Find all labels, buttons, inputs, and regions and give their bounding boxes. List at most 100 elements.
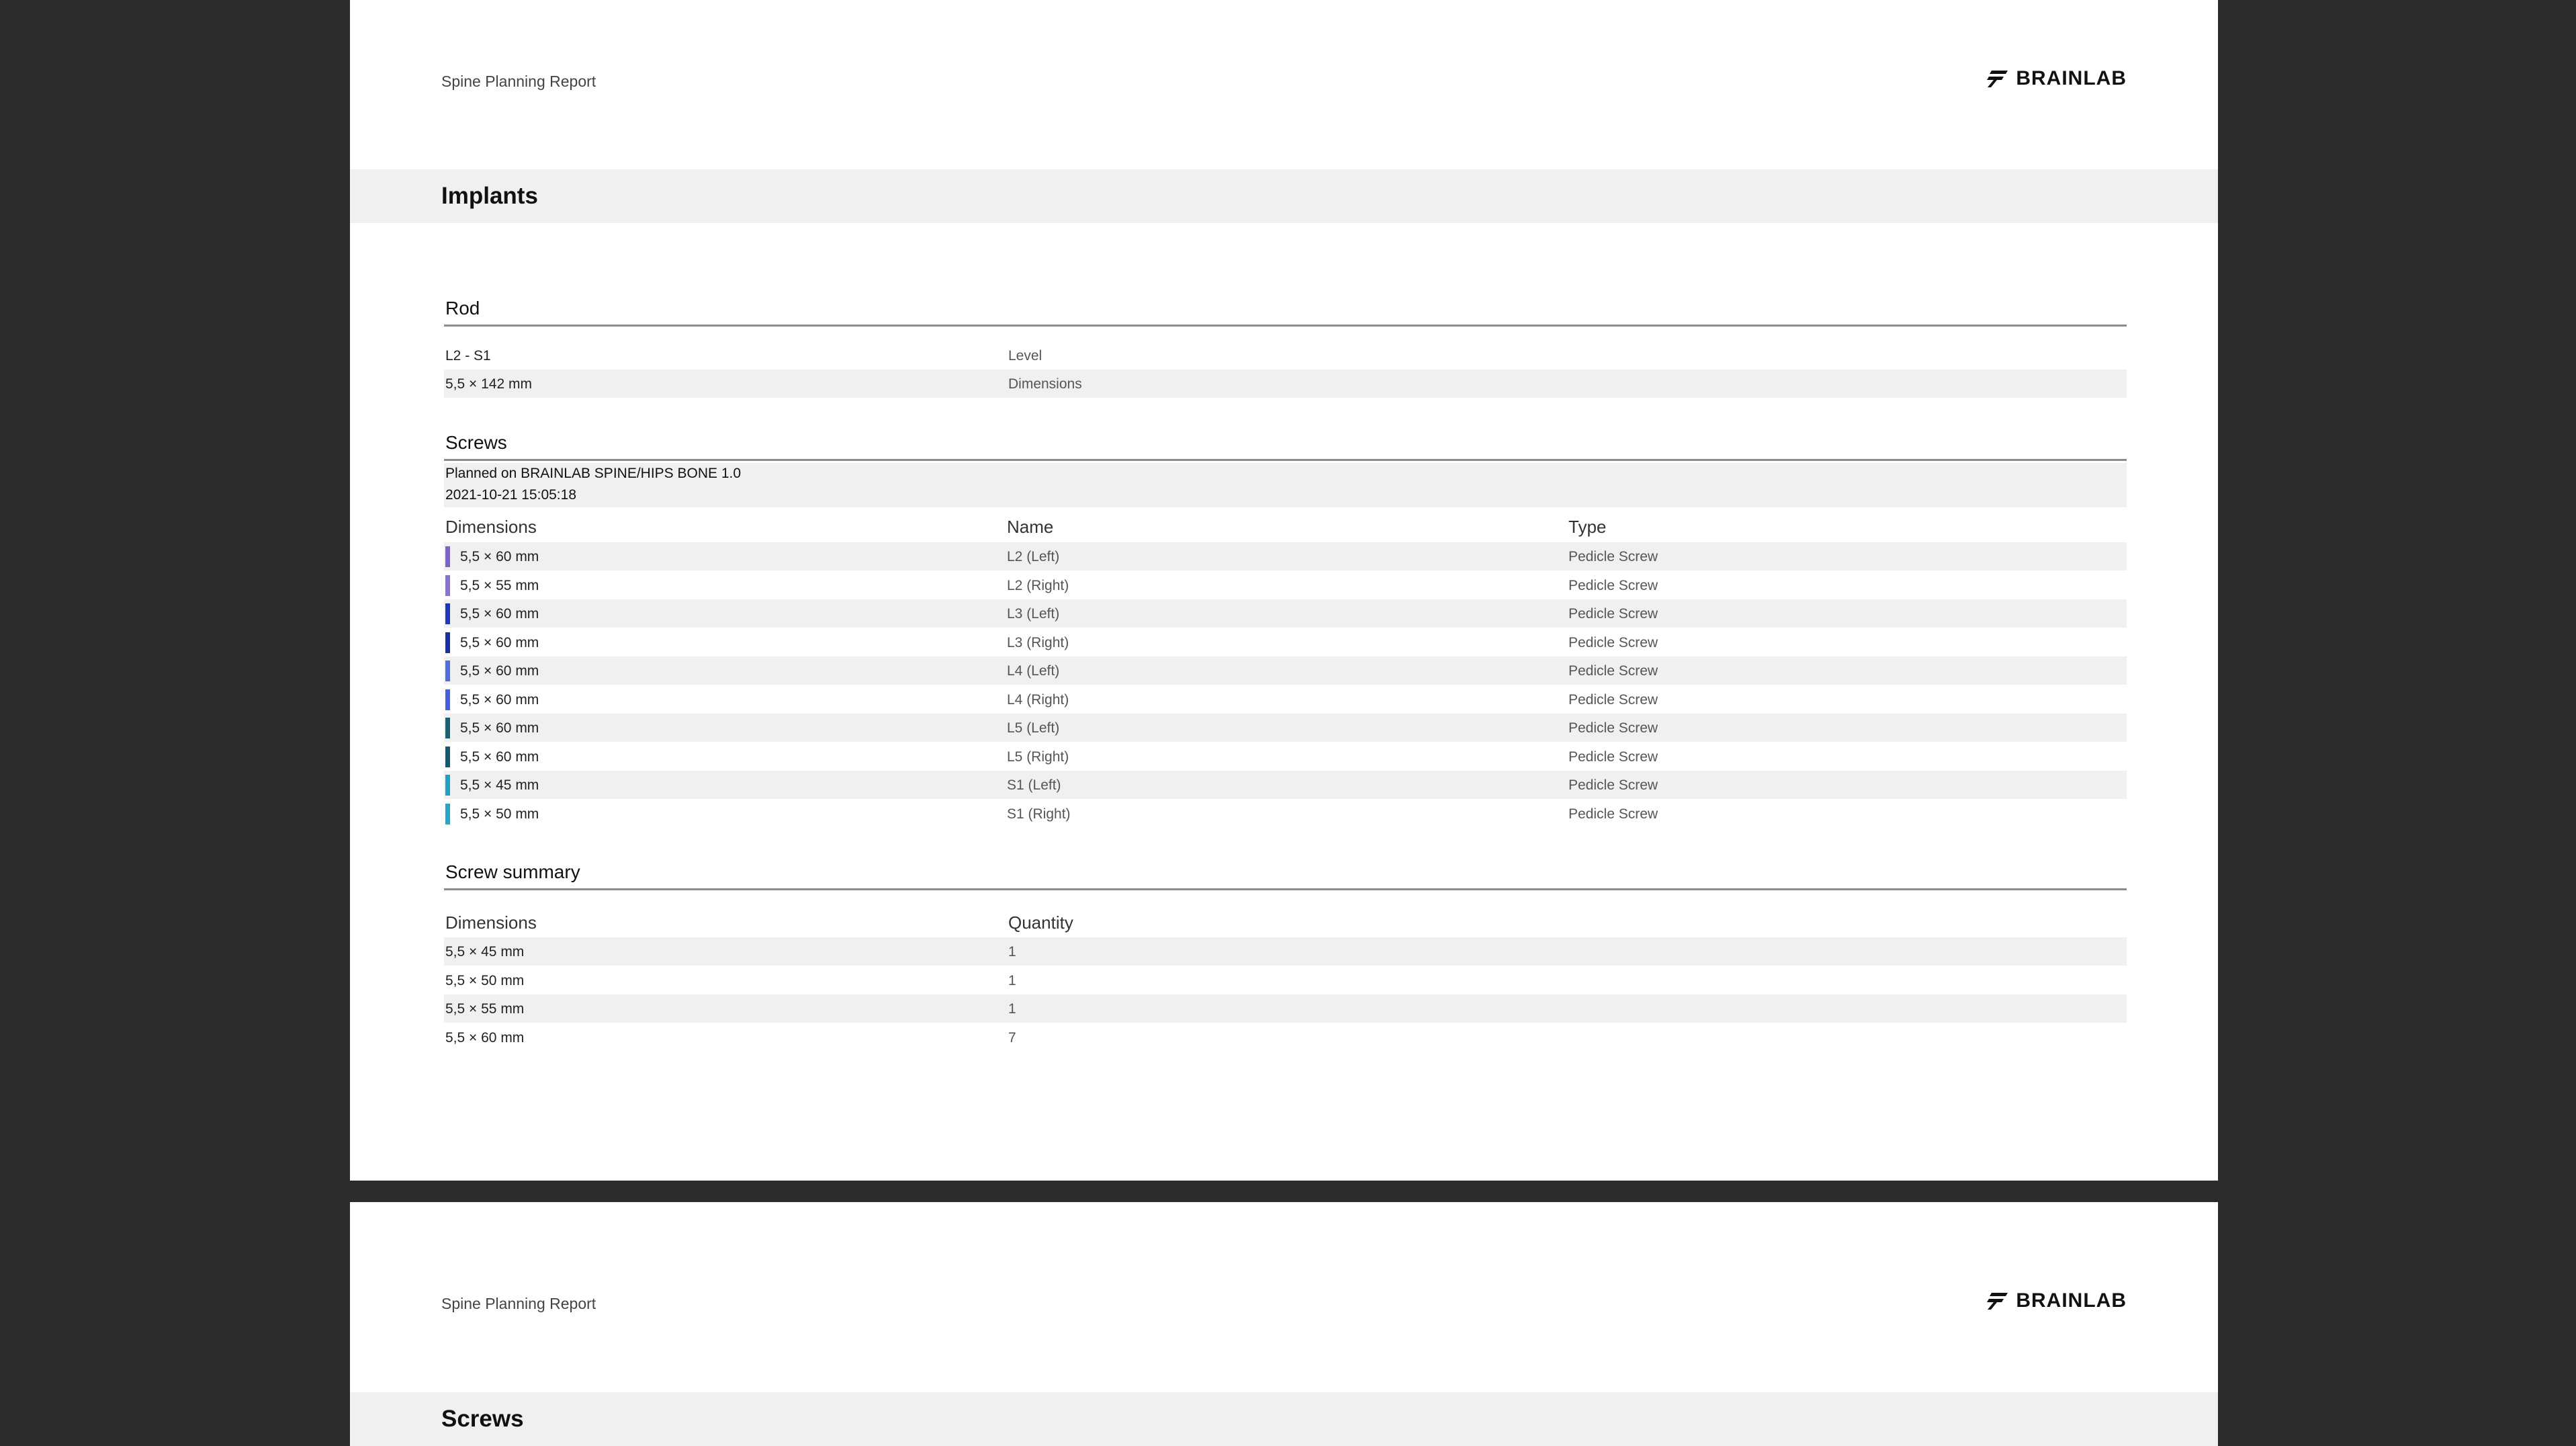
brand-name: BRAINLAB xyxy=(2016,1289,2127,1312)
screws-column-headers: Dimensions Name Type xyxy=(444,513,2127,540)
screws-title: Screws xyxy=(445,432,507,453)
brand-logo: BRAINLAB xyxy=(1985,1289,2127,1312)
screw-color-swatch xyxy=(445,718,450,738)
screw-summary-heading: Screw summary xyxy=(444,861,2127,890)
screw-row: 5,5 × 60 mm L4 (Right) Pedicle Screw xyxy=(444,685,2127,714)
column-header-quantity: Quantity xyxy=(1008,912,1073,933)
summary-row: 5,5 × 45 mm 1 xyxy=(444,937,2127,966)
summary-column-headers: Dimensions Quantity xyxy=(444,908,2127,935)
report-title: Spine Planning Report xyxy=(441,73,596,90)
rod-label: Dimensions xyxy=(1008,376,1082,392)
screw-dimensions: 5,5 × 60 mm xyxy=(460,663,539,679)
screw-dimensions: 5,5 × 60 mm xyxy=(460,549,539,564)
summary-quantity: 7 xyxy=(1008,1029,1016,1046)
screw-type: Pedicle Screw xyxy=(1568,577,1658,593)
screw-color-swatch xyxy=(445,575,450,596)
screw-name: L3 (Left) xyxy=(1007,606,1060,622)
summary-dimensions: 5,5 × 45 mm xyxy=(445,944,525,960)
screw-type: Pedicle Screw xyxy=(1568,691,1658,708)
screw-name: L2 (Left) xyxy=(1007,549,1060,564)
summary-row: 5,5 × 50 mm 1 xyxy=(444,966,2127,994)
rod-row: 5,5 × 142 mm Dimensions xyxy=(444,370,2127,398)
screw-summary-title: Screw summary xyxy=(445,861,580,882)
screw-name: L3 (Right) xyxy=(1007,634,1069,650)
screw-color-swatch xyxy=(445,746,450,767)
screw-row: 5,5 × 60 mm L5 (Left) Pedicle Screw xyxy=(444,714,2127,742)
screw-row: 5,5 × 60 mm L2 (Left) Pedicle Screw xyxy=(444,542,2127,570)
page-header: Spine Planning Report BRAINLAB xyxy=(441,67,2127,108)
planned-on-text: Planned on BRAINLAB SPINE/HIPS BONE 1.0 xyxy=(445,466,742,481)
screw-row: 5,5 × 60 mm L3 (Right) Pedicle Screw xyxy=(444,628,2127,656)
summary-quantity: 1 xyxy=(1008,972,1016,988)
summary-quantity: 1 xyxy=(1008,944,1016,960)
report-page-1: Spine Planning Report BRAINLAB Implants … xyxy=(350,0,2218,1181)
section-band-implants: Implants xyxy=(350,169,2218,223)
section-title: Screws xyxy=(441,1406,524,1432)
screw-dimensions: 5,5 × 45 mm xyxy=(460,777,539,793)
brainlab-logo-icon xyxy=(1987,71,2008,87)
rod-value: 5,5 × 142 mm xyxy=(445,376,532,392)
rod-label: Level xyxy=(1008,348,1042,364)
column-header-name: Name xyxy=(1007,517,1054,537)
screw-type: Pedicle Screw xyxy=(1568,606,1658,622)
screws-heading: Screws xyxy=(444,432,2127,461)
screw-row: 5,5 × 60 mm L4 (Left) Pedicle Screw xyxy=(444,656,2127,685)
column-header-dimensions: Dimensions xyxy=(445,912,537,933)
rod-title: Rod xyxy=(445,298,480,318)
screw-type: Pedicle Screw xyxy=(1568,663,1658,679)
summary-row: 5,5 × 55 mm 1 xyxy=(444,994,2127,1023)
screw-color-swatch xyxy=(445,661,450,681)
screw-row: 5,5 × 60 mm L5 (Right) Pedicle Screw xyxy=(444,742,2127,771)
brand-name: BRAINLAB xyxy=(2016,67,2127,89)
report-title: Spine Planning Report xyxy=(441,1295,596,1312)
screw-dimensions: 5,5 × 50 mm xyxy=(460,806,539,822)
screw-type: Pedicle Screw xyxy=(1568,806,1658,822)
brainlab-logo-icon xyxy=(1987,1293,2008,1310)
screw-row: 5,5 × 60 mm L3 (Left) Pedicle Screw xyxy=(444,599,2127,628)
screw-color-swatch xyxy=(445,803,450,824)
screw-type: Pedicle Screw xyxy=(1568,549,1658,564)
screw-dimensions: 5,5 × 60 mm xyxy=(460,606,539,622)
screw-dimensions: 5,5 × 60 mm xyxy=(460,720,539,736)
screw-color-swatch xyxy=(445,603,450,624)
screw-name: S1 (Left) xyxy=(1007,777,1061,793)
screw-name: S1 (Right) xyxy=(1007,806,1071,822)
report-page-2: Spine Planning Report BRAINLAB Screws xyxy=(350,1202,2218,1446)
screw-dimensions: 5,5 × 60 mm xyxy=(460,749,539,765)
summary-quantity: 1 xyxy=(1008,1001,1016,1017)
planned-info: Planned on BRAINLAB SPINE/HIPS BONE 1.0 … xyxy=(444,463,2127,507)
screw-type: Pedicle Screw xyxy=(1568,749,1658,765)
screw-row: 5,5 × 50 mm S1 (Right) Pedicle Screw xyxy=(444,800,2127,828)
section-title: Implants xyxy=(441,183,538,209)
page-header: Spine Planning Report BRAINLAB xyxy=(441,1289,2127,1330)
rod-row: L2 - S1 Level xyxy=(444,341,2127,370)
screw-color-swatch xyxy=(445,689,450,710)
rod-value: L2 - S1 xyxy=(445,348,491,364)
screw-color-swatch xyxy=(445,632,450,653)
screw-type: Pedicle Screw xyxy=(1568,720,1658,736)
screw-name: L4 (Right) xyxy=(1007,691,1069,708)
screw-name: L2 (Right) xyxy=(1007,577,1069,593)
summary-dimensions: 5,5 × 55 mm xyxy=(445,1001,525,1017)
summary-row: 5,5 × 60 mm 7 xyxy=(444,1023,2127,1052)
screw-color-swatch xyxy=(445,546,450,567)
screw-dimensions: 5,5 × 60 mm xyxy=(460,634,539,650)
screw-dimensions: 5,5 × 60 mm xyxy=(460,691,539,708)
brand-logo: BRAINLAB xyxy=(1985,67,2127,90)
column-header-type: Type xyxy=(1568,517,1607,537)
screw-dimensions: 5,5 × 55 mm xyxy=(460,577,539,593)
planned-timestamp: 2021-10-21 15:05:18 xyxy=(445,487,576,503)
screw-type: Pedicle Screw xyxy=(1568,634,1658,650)
section-band-screws: Screws xyxy=(350,1392,2218,1446)
screw-color-swatch xyxy=(445,775,450,796)
screw-type: Pedicle Screw xyxy=(1568,777,1658,793)
summary-dimensions: 5,5 × 50 mm xyxy=(445,972,525,988)
screw-name: L5 (Right) xyxy=(1007,749,1069,765)
summary-dimensions: 5,5 × 60 mm xyxy=(445,1029,525,1046)
screw-row: 5,5 × 45 mm S1 (Left) Pedicle Screw xyxy=(444,771,2127,799)
column-header-dimensions: Dimensions xyxy=(445,517,537,537)
screw-name: L4 (Left) xyxy=(1007,663,1060,679)
rod-heading: Rod xyxy=(444,298,2127,327)
screw-row: 5,5 × 55 mm L2 (Right) Pedicle Screw xyxy=(444,571,2127,599)
screw-name: L5 (Left) xyxy=(1007,720,1060,736)
